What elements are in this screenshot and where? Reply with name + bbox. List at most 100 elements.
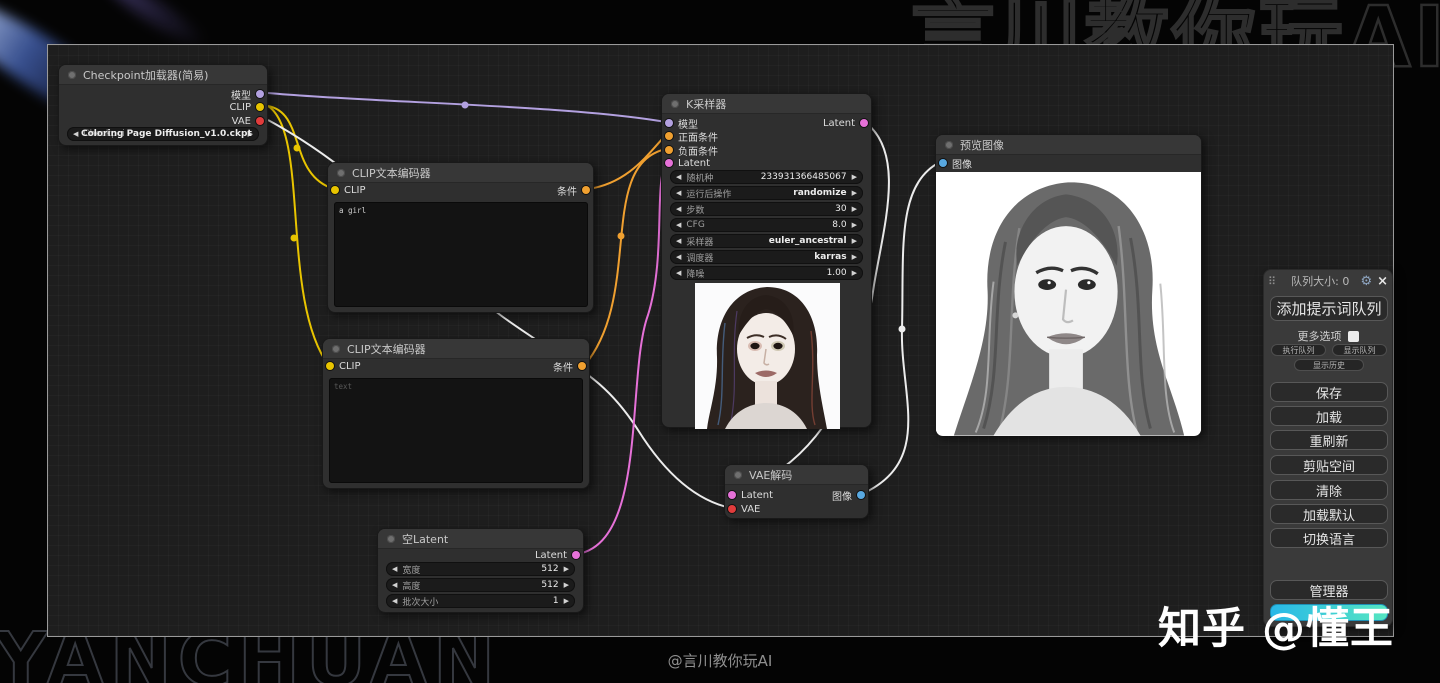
input-slot-positive[interactable]: 正面条件 (665, 130, 718, 144)
load-default-button[interactable]: 加载默认 (1270, 504, 1388, 524)
slot-dot-cond[interactable] (578, 362, 586, 370)
load-button[interactable]: 加载 (1270, 406, 1388, 426)
left-arrow-icon[interactable]: ◀ (392, 597, 397, 605)
refresh-button[interactable]: 重刷新 (1270, 430, 1388, 450)
node-checkpoint-loader[interactable]: Checkpoint加载器(简易) 模型 CLIP VAE ◀ Checkpoi… (58, 64, 268, 146)
queue-prompt-button[interactable]: 添加提示词队列 (1270, 296, 1388, 321)
left-arrow-icon[interactable]: ◀ (676, 221, 681, 229)
right-arrow-icon[interactable]: ▶ (852, 237, 857, 245)
node-empty-latent[interactable]: 空Latent Latent ◀ 宽度 512 ▶ ◀ 高度 512 ▶ ◀ 批… (377, 528, 584, 613)
slot-dot-model[interactable] (256, 90, 264, 98)
slot-dot-latent[interactable] (665, 159, 673, 167)
right-arrow-icon[interactable]: ▶ (564, 597, 569, 605)
input-slot-latent[interactable]: Latent (665, 157, 710, 169)
right-arrow-icon[interactable]: ▶ (852, 253, 857, 261)
output-slot-clip[interactable]: CLIP (229, 101, 264, 113)
node-preview-image[interactable]: 预览图像 图像 (935, 134, 1202, 436)
clear-button[interactable]: 清除 (1270, 480, 1388, 500)
close-icon[interactable]: × (1377, 274, 1388, 289)
input-slot-model[interactable]: 模型 (665, 117, 698, 131)
cfg-widget[interactable]: ◀ CFG 8.0 ▶ (670, 218, 863, 232)
node-title-bar[interactable]: 预览图像 (936, 135, 1201, 155)
slot-dot-latent[interactable] (860, 119, 868, 127)
extra-options-checkbox[interactable] (1347, 330, 1359, 342)
right-arrow-icon[interactable]: ▶ (852, 189, 857, 197)
prompt-textarea[interactable]: a girl (334, 202, 588, 307)
node-title-bar[interactable]: Checkpoint加载器(简易) (59, 65, 267, 85)
output-slot-cond[interactable]: 条件 (553, 360, 586, 374)
drag-handle-icon[interactable]: ⠿ (1268, 275, 1276, 288)
collapse-dot-icon[interactable] (945, 140, 953, 149)
node-title-bar[interactable]: K采样器 (662, 94, 871, 114)
left-arrow-icon[interactable]: ◀ (676, 269, 681, 277)
input-slot-vae[interactable]: VAE (728, 503, 760, 515)
collapse-dot-icon[interactable] (734, 470, 742, 479)
output-slot-vae[interactable]: VAE (232, 115, 264, 127)
right-arrow-icon[interactable]: ▶ (852, 173, 857, 181)
right-arrow-icon[interactable]: ▶ (852, 269, 857, 277)
left-arrow-icon[interactable]: ◀ (392, 581, 397, 589)
right-arrow-icon[interactable]: ▶ (852, 221, 857, 229)
left-arrow-icon[interactable]: ◀ (676, 237, 681, 245)
slot-dot-clip[interactable] (256, 103, 264, 111)
slot-dot-latent[interactable] (572, 551, 580, 559)
batch-size-widget[interactable]: ◀ 批次大小 1 ▶ (386, 594, 575, 608)
slot-dot-clip[interactable] (326, 362, 334, 370)
slot-dot-image[interactable] (857, 491, 865, 499)
width-widget[interactable]: ◀ 宽度 512 ▶ (386, 562, 575, 576)
left-arrow-icon[interactable]: ◀ (73, 130, 78, 138)
output-slot-cond[interactable]: 条件 (557, 184, 590, 198)
node-title-bar[interactable]: CLIP文本编码器 (323, 339, 589, 359)
queue-menu-panel[interactable]: ⠿ 队列大小: 0 ⚙ × 添加提示词队列 更多选项 执行队列 显示队列 显示历… (1263, 269, 1393, 627)
node-clip-encode-negative[interactable]: CLIP文本编码器 CLIP 条件 text (322, 338, 590, 489)
left-arrow-icon[interactable]: ◀ (392, 565, 397, 573)
clipspace-button[interactable]: 剪贴空间 (1270, 455, 1388, 475)
collapse-dot-icon[interactable] (332, 344, 340, 353)
node-title-bar[interactable]: 空Latent (378, 529, 583, 549)
denoise-widget[interactable]: ◀ 降噪 1.00 ▶ (670, 266, 863, 280)
toggle-language-button[interactable]: 切换语言 (1270, 528, 1388, 548)
right-arrow-icon[interactable]: ▶ (852, 205, 857, 213)
slot-dot-image[interactable] (939, 159, 947, 167)
collapse-dot-icon[interactable] (671, 99, 679, 108)
node-vae-decode[interactable]: VAE解码 Latent VAE 图像 (724, 464, 869, 519)
queue-front-button[interactable]: 执行队列 (1271, 344, 1326, 356)
node-title-bar[interactable]: VAE解码 (725, 465, 868, 485)
input-slot-clip[interactable]: CLIP (331, 184, 366, 196)
output-slot-latent[interactable]: Latent (823, 117, 868, 129)
right-arrow-icon[interactable]: ▶ (564, 565, 569, 573)
output-slot-model[interactable]: 模型 (231, 88, 264, 102)
slot-dot-clip[interactable] (331, 186, 339, 194)
node-graph-canvas[interactable]: Checkpoint加载器(简易) 模型 CLIP VAE ◀ Checkpoi… (47, 44, 1394, 637)
collapse-dot-icon[interactable] (337, 168, 345, 177)
sampler-widget[interactable]: ◀ 采样器 euler_ancestral ▶ (670, 234, 863, 248)
left-arrow-icon[interactable]: ◀ (676, 173, 681, 181)
height-widget[interactable]: ◀ 高度 512 ▶ (386, 578, 575, 592)
left-arrow-icon[interactable]: ◀ (676, 205, 681, 213)
slot-dot-latent[interactable] (728, 491, 736, 499)
input-slot-latent[interactable]: Latent (728, 489, 773, 501)
input-slot-image[interactable]: 图像 (939, 157, 972, 171)
control-after-generate-widget[interactable]: ◀ 运行后操作 randomize ▶ (670, 186, 863, 200)
slot-dot-cond[interactable] (582, 186, 590, 194)
output-slot-latent[interactable]: Latent (535, 549, 580, 561)
view-queue-button[interactable]: 显示队列 (1332, 344, 1387, 356)
node-clip-encode-positive[interactable]: CLIP文本编码器 CLIP 条件 a girl (327, 162, 594, 313)
left-arrow-icon[interactable]: ◀ (676, 253, 681, 261)
output-slot-image[interactable]: 图像 (832, 489, 865, 503)
seed-widget[interactable]: ◀ 随机种 233931366485067 ▶ (670, 170, 863, 184)
prompt-textarea[interactable]: text (329, 378, 583, 483)
right-arrow-icon[interactable]: ▶ (564, 581, 569, 589)
slot-dot-cond[interactable] (665, 146, 673, 154)
slot-dot-vae[interactable] (256, 117, 264, 125)
left-arrow-icon[interactable]: ◀ (676, 189, 681, 197)
input-slot-negative[interactable]: 负面条件 (665, 144, 718, 158)
steps-widget[interactable]: ◀ 步数 30 ▶ (670, 202, 863, 216)
scheduler-widget[interactable]: ◀ 调度器 karras ▶ (670, 250, 863, 264)
gear-icon[interactable]: ⚙ (1360, 274, 1372, 289)
collapse-dot-icon[interactable] (68, 70, 76, 79)
collapse-dot-icon[interactable] (387, 534, 395, 543)
input-slot-clip[interactable]: CLIP (326, 360, 361, 372)
save-button[interactable]: 保存 (1270, 382, 1388, 402)
slot-dot-model[interactable] (665, 119, 673, 127)
